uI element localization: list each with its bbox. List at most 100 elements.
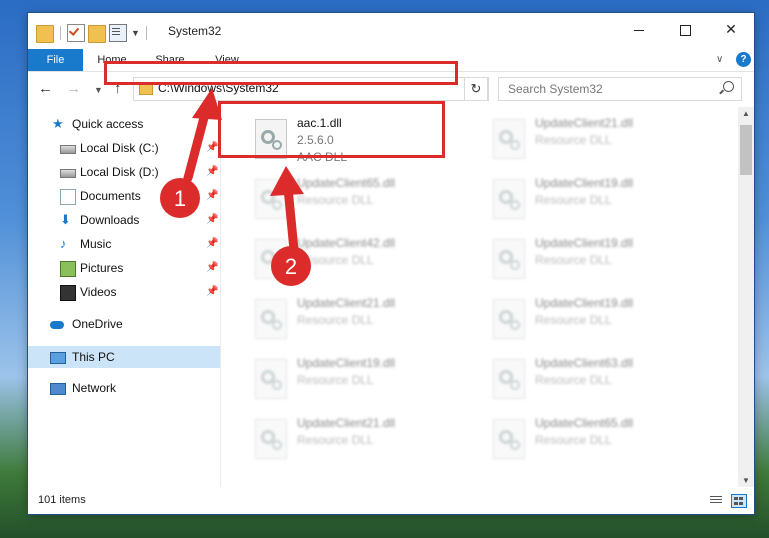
file-description: Resource DLL: [297, 193, 374, 207]
dll-file-icon: [493, 359, 525, 399]
file-item[interactable]: UpdateClient63.dll Resource DLL: [485, 353, 715, 409]
close-button[interactable]: ✕: [708, 13, 754, 45]
item-count: 101 items: [38, 494, 86, 506]
file-item[interactable]: UpdateClient21.dll Resource DLL: [247, 413, 477, 469]
pin-icon[interactable]: 📌: [206, 281, 218, 303]
file-item[interactable]: UpdateClient65.dll Resource DLL: [485, 413, 715, 469]
file-name: UpdateClient65.dll: [297, 176, 396, 190]
file-explorer-window: ▼ System32 ✕ File Home Share View ∨ ? ← …: [28, 13, 754, 514]
sidebar-item-local-disk-c[interactable]: Local Disk (C:) 📌: [28, 137, 220, 159]
file-name: UpdateClient42.dll: [297, 236, 396, 250]
file-list: aac.1.dll 2.5.6.0 AAC DLL UpdateClient65…: [221, 107, 739, 487]
file-name: UpdateClient19.dll: [535, 236, 634, 250]
sidebar-item-network[interactable]: Network: [28, 377, 220, 399]
downloads-icon: ⬇: [60, 212, 71, 227]
search-input[interactable]: Search System32: [498, 77, 742, 101]
scrollbar-thumb[interactable]: [740, 125, 752, 175]
tab-home[interactable]: Home: [88, 49, 136, 71]
file-item-aac-dll[interactable]: aac.1.dll 2.5.6.0 AAC DLL: [247, 113, 477, 169]
title-bar: ▼ System32 ✕: [28, 13, 754, 49]
sidebar-item-music[interactable]: ♪ Music 📌: [28, 233, 220, 255]
sidebar-item-onedrive[interactable]: OneDrive: [28, 313, 220, 335]
tab-file[interactable]: File: [28, 49, 83, 71]
pin-icon[interactable]: 📌: [206, 185, 218, 207]
dll-file-icon: [493, 179, 525, 219]
file-item[interactable]: UpdateClient42.dll Resource DLL: [247, 233, 477, 289]
back-arrow-icon[interactable]: ←: [38, 80, 53, 97]
file-item[interactable]: UpdateClient19.dll Resource DLL: [247, 353, 477, 409]
pin-icon[interactable]: 📌: [206, 137, 218, 159]
properties-check-icon[interactable]: [67, 24, 85, 42]
up-arrow-icon[interactable]: ↑: [114, 80, 122, 97]
maximize-button[interactable]: [662, 13, 708, 45]
sidebar-item-downloads[interactable]: ⬇ Downloads 📌: [28, 209, 220, 231]
vertical-scrollbar[interactable]: ▲ ▼: [738, 107, 754, 487]
file-name: UpdateClient63.dll: [535, 356, 634, 370]
file-description: Resource DLL: [535, 373, 612, 387]
drive-icon: [60, 145, 76, 154]
divider: [145, 25, 147, 40]
new-folder-icon[interactable]: [88, 25, 106, 43]
file-item[interactable]: UpdateClient19.dll Resource DLL: [485, 173, 715, 229]
sidebar-item-label: Documents: [80, 189, 141, 203]
navigation-bar: ← → ▼ ↑ C:\Windows\System32 ∨ ↻ Search S…: [28, 71, 754, 107]
file-name: UpdateClient19.dll: [297, 356, 396, 370]
dll-file-icon: [255, 299, 287, 339]
navigation-pane: ★ Quick access Local Disk (C:) 📌 Local D…: [28, 107, 221, 487]
forward-arrow-icon[interactable]: →: [66, 80, 81, 97]
file-name: UpdateClient21.dll: [535, 116, 634, 130]
recent-locations-chevron-icon[interactable]: ▼: [94, 85, 103, 95]
file-description: Resource DLL: [535, 253, 612, 267]
sidebar-item-label: Pictures: [80, 261, 124, 275]
details-view-icon[interactable]: [709, 494, 723, 506]
pin-icon[interactable]: 📌: [206, 161, 218, 183]
scroll-down-icon[interactable]: ▼: [742, 476, 750, 485]
tab-share[interactable]: Share: [146, 49, 194, 71]
dll-file-icon: [255, 239, 287, 279]
file-item[interactable]: UpdateClient21.dll Resource DLL: [485, 113, 715, 169]
address-bar[interactable]: C:\Windows\System32 ∨: [133, 77, 489, 101]
window-title: System32: [168, 24, 222, 38]
quick-access-toolbar: ▼: [36, 22, 150, 43]
pin-icon[interactable]: 📌: [206, 209, 218, 231]
sidebar-item-quick-access[interactable]: ★ Quick access: [28, 113, 220, 135]
properties-list-icon[interactable]: [109, 24, 127, 42]
address-path[interactable]: C:\Windows\System32: [158, 81, 279, 95]
file-item[interactable]: UpdateClient19.dll Resource DLL: [485, 233, 715, 289]
ribbon-tabs: File Home Share View ∨ ?: [28, 49, 754, 72]
file-item[interactable]: UpdateClient65.dll Resource DLL: [247, 173, 477, 229]
expand-ribbon-chevron-icon[interactable]: ∨: [716, 54, 723, 65]
help-icon[interactable]: ?: [736, 52, 751, 67]
pin-icon[interactable]: 📌: [206, 233, 218, 255]
scroll-up-icon[interactable]: ▲: [742, 109, 750, 118]
file-description: Resource DLL: [535, 193, 612, 207]
large-icons-view-icon[interactable]: [731, 494, 747, 508]
sidebar-item-documents[interactable]: Documents 📌: [28, 185, 220, 207]
sidebar-item-this-pc[interactable]: This PC: [28, 346, 220, 368]
dll-file-icon: [255, 359, 287, 399]
chevron-down-icon[interactable]: ▼: [131, 28, 140, 38]
file-name: UpdateClient19.dll: [535, 176, 634, 190]
file-item[interactable]: UpdateClient21.dll Resource DLL: [247, 293, 477, 349]
search-icon[interactable]: [723, 81, 734, 92]
file-item[interactable]: UpdateClient19.dll Resource DLL: [485, 293, 715, 349]
dll-file-icon: [255, 119, 287, 159]
minimize-button[interactable]: [616, 13, 662, 45]
dll-file-icon: [255, 419, 287, 459]
tab-view[interactable]: View: [203, 49, 251, 71]
file-name: UpdateClient21.dll: [297, 296, 396, 310]
videos-icon: [60, 285, 76, 301]
sidebar-item-label: Quick access: [72, 117, 144, 131]
sidebar-item-videos[interactable]: Videos 📌: [28, 281, 220, 303]
pin-icon[interactable]: 📌: [206, 257, 218, 279]
sidebar-item-local-disk-d[interactable]: Local Disk (D:) 📌: [28, 161, 220, 183]
file-name: UpdateClient19.dll: [535, 296, 634, 310]
sidebar-item-pictures[interactable]: Pictures 📌: [28, 257, 220, 279]
dll-file-icon: [493, 299, 525, 339]
file-description: Resource DLL: [297, 313, 374, 327]
maximize-icon: [679, 24, 691, 36]
sidebar-item-label: Local Disk (C:): [80, 141, 159, 155]
refresh-icon[interactable]: ↻: [464, 77, 488, 101]
file-description: Resource DLL: [297, 433, 374, 447]
folder-icon[interactable]: [36, 25, 54, 43]
